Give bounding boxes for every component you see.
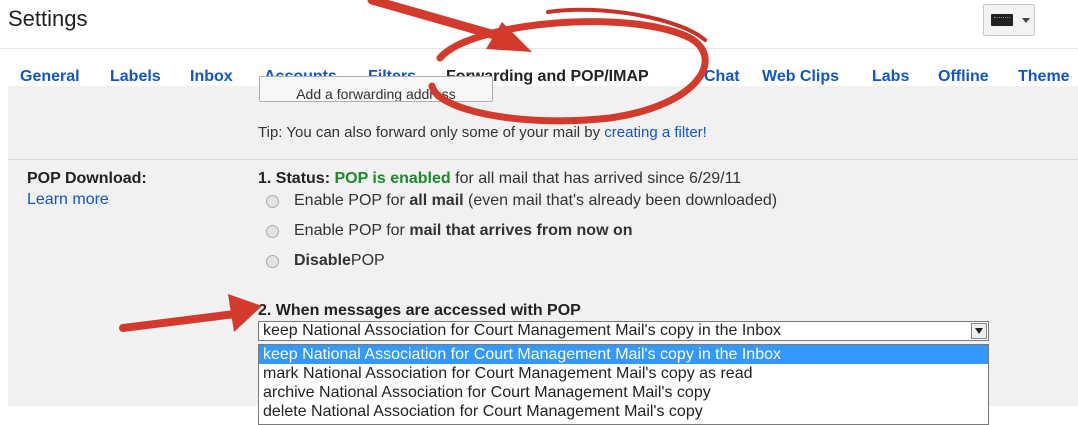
settings-tabs: General Labels Inbox Accounts Filters Fo… [0,48,1078,87]
tab-labs[interactable]: Labs [872,68,909,86]
create-filter-link[interactable]: creating a filter! [604,124,707,141]
pop-option-from-now-on[interactable]: Enable POP for mail that arrives from no… [266,222,633,240]
input-tools-button[interactable] [983,4,1035,36]
pop-download-label: POP Download: [27,170,147,187]
dropdown-arrow-icon[interactable] [971,323,987,339]
pop-access-select[interactable]: keep National Association for Court Mana… [258,321,989,341]
forwarding-tip: Tip: You can also forward only some of y… [258,124,707,141]
tab-general[interactable]: General [20,68,80,86]
option-suffix: POP [350,252,385,269]
page-title: Settings [8,6,88,31]
radio-disable[interactable] [266,254,279,268]
tip-text: Tip: You can also forward only some of y… [258,124,605,141]
chevron-down-icon [1022,17,1030,23]
option-bold: all mail [409,192,464,209]
tab-inbox[interactable]: Inbox [190,68,233,86]
section-divider [8,159,1078,160]
keyboard-icon [991,14,1013,26]
option-text: Enable POP for [294,222,405,239]
pop-option-all-mail[interactable]: Enable POP for all mail (even mail that'… [266,192,777,210]
tab-chat[interactable]: Chat [704,68,740,86]
dropdown-option-archive[interactable]: archive National Association for Court M… [259,383,988,402]
option-bold: Disable [294,252,351,269]
select-value: keep National Association for Court Mana… [263,322,781,339]
pop-access-options: keep National Association for Court Mana… [258,344,989,425]
status-prefix: 1. Status: [258,170,331,187]
option-bold: mail that arrives from now on [409,222,633,239]
option-suffix: (even mail that's already been downloade… [468,192,778,209]
option-text: Enable POP for [294,192,405,209]
dropdown-option-delete[interactable]: delete National Association for Court Ma… [259,402,988,421]
dropdown-option-keep[interactable]: keep National Association for Court Mana… [259,345,988,364]
status-suffix: for all mail that has arrived since 6/29… [455,170,742,187]
pop-access-label: 2. When messages are accessed with POP [258,302,581,319]
tab-web-clips[interactable]: Web Clips [762,68,839,86]
pop-status: 1. Status: POP is enabled for all mail t… [258,170,741,188]
status-enabled: POP is enabled [334,170,451,187]
tab-labels[interactable]: Labels [110,68,161,86]
learn-more-link[interactable]: Learn more [27,191,109,209]
radio-all-mail[interactable] [266,194,279,208]
top-arrow [367,0,532,52]
dropdown-option-mark-read[interactable]: mark National Association for Court Mana… [259,364,988,383]
tab-theme[interactable]: Theme [1018,68,1070,86]
pop-option-disable[interactable]: Disable POP [266,252,385,270]
radio-from-now-on[interactable] [266,224,279,238]
add-forwarding-address-button[interactable]: Add a forwarding address [259,76,493,102]
tab-offline[interactable]: Offline [938,68,989,86]
